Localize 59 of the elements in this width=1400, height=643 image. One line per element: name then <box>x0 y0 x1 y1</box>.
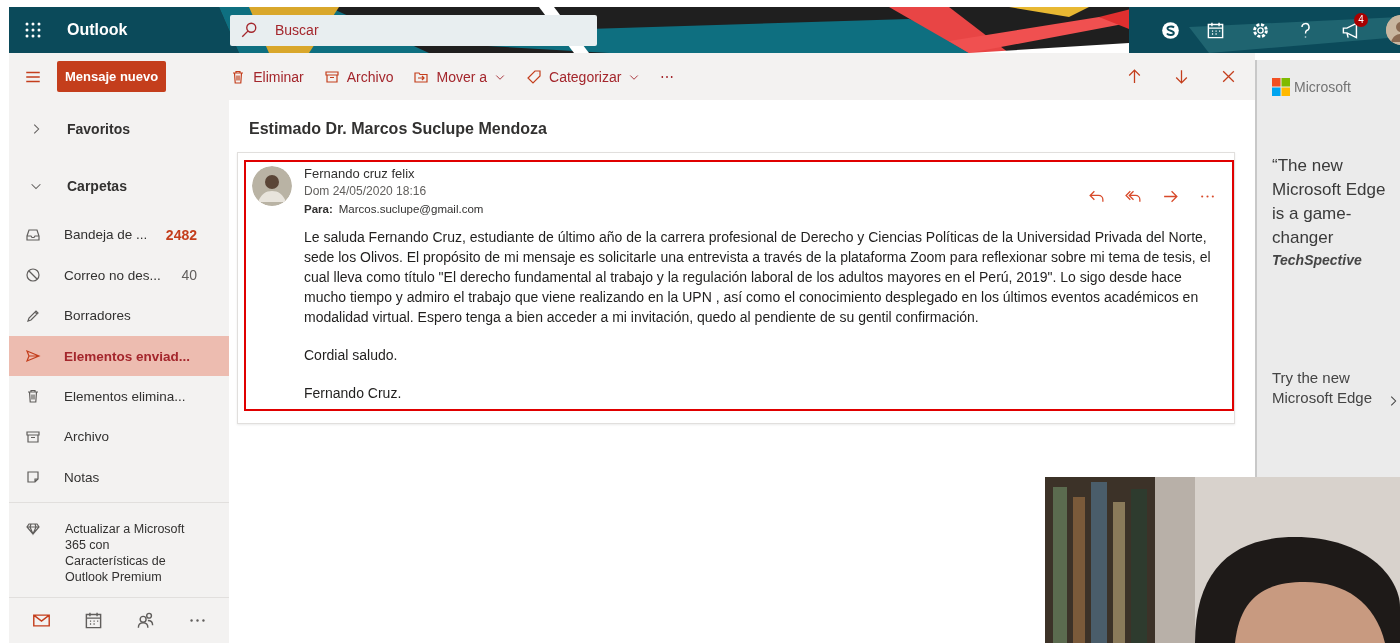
message-paragraph: Cordial saludo. <box>304 346 399 365</box>
diamond-icon <box>25 520 41 537</box>
toolbar-button[interactable]: Mover a <box>413 64 507 89</box>
close-icon[interactable] <box>1220 68 1237 85</box>
note-icon <box>25 469 41 486</box>
toolbar-button[interactable]: Categorizar <box>526 64 641 89</box>
trash-icon <box>25 388 41 405</box>
message-paragraph: Fernando Cruz. <box>304 384 403 403</box>
inbox-icon <box>25 226 41 243</box>
folder-count: 2482 <box>165 226 197 243</box>
up-arrow-icon[interactable] <box>1126 68 1143 85</box>
calendar-icon[interactable] <box>1206 20 1225 40</box>
search-icon <box>240 20 258 39</box>
people-icon[interactable] <box>135 610 155 630</box>
message-paragraph: Le saluda Fernando Cruz, estudiante de último año de la carrera profesional de Derecho y Ciencias Políticas de la Universidad Privada del Norte, sede los Olivos. El propósito de mi mensaje es solicitarle una entrevista a través de la plataforma Zoom para reflexionar sobre mi tema de tesis, el cual lleva como título "El derecho fundamental al trabajo y la regulación laboral de los adultos mayores en el Perú, 2019". Lo sigo desde hace mucho tiempo y admiro el trabajo que viene realizando en la UPN , así como el conocimiento desplegado en los últimos eventos académicos en modalidad virtual. Espero tenga a bien acceder a mi invitación, quedo al pendiente de su gentil confirmación. <box>304 228 1212 327</box>
ad-link[interactable]: Try the new Microsoft Edge <box>1272 368 1400 408</box>
blocked-icon <box>25 267 41 284</box>
calendar-icon[interactable] <box>83 610 103 630</box>
send-icon <box>25 348 41 364</box>
sent-date: Dom 24/05/2020 18:16 <box>304 184 428 198</box>
folder-name: Elementos elimina... <box>64 388 187 404</box>
settings-icon[interactable] <box>1251 20 1270 40</box>
sender-avatar <box>252 166 292 206</box>
toolbar-button[interactable]: Eliminar <box>230 64 304 89</box>
brand-name: Microsoft <box>1294 79 1351 95</box>
upgrade-link[interactable]: Actualizar a Microsoft 365 con Características de Outlook Premium <box>65 520 185 585</box>
folder-count: 40 <box>181 267 197 284</box>
folder-item[interactable]: Bandeja de ... 2482 <box>9 214 229 255</box>
ad-quote: “The new Microsoft Edge is a game-changer <box>1271 155 1387 249</box>
section-header[interactable]: Carpetas <box>9 157 229 215</box>
folder-name: Bandeja de ... <box>64 227 149 243</box>
folder-name: Archivo <box>64 429 110 445</box>
to-label: Para: <box>304 203 333 215</box>
skype-icon[interactable] <box>1161 20 1180 40</box>
folder-item[interactable]: Correo no des... 40 <box>9 254 229 296</box>
folder-item[interactable]: Elementos elimina... <box>9 376 229 417</box>
app-name: Outlook <box>67 21 129 39</box>
archive-icon <box>25 428 41 445</box>
new-message-button[interactable]: Mensaje nuevo <box>57 61 167 92</box>
folder-name: Elementos enviad... <box>64 348 192 364</box>
archive-icon <box>323 68 340 85</box>
more-button[interactable]: ⋯ <box>660 64 675 89</box>
message-subject: Estimado Dr. Marcos Suclupe Mendoza <box>248 119 548 139</box>
section-header[interactable]: Favoritos <box>9 100 229 158</box>
sender-name: Fernando cruz felix <box>304 166 416 181</box>
quote-source: TechSpective <box>1272 252 1363 268</box>
folder-name: Correo no des... <box>64 267 162 283</box>
folder-item[interactable]: Elementos enviad... <box>9 335 229 377</box>
folder-name: Notas <box>64 469 101 485</box>
microsoft-logo-icon <box>1272 78 1290 96</box>
toolbar-button[interactable]: Archivo <box>323 64 394 89</box>
folder-item[interactable]: Notas <box>9 457 229 498</box>
search-field[interactable]: Buscar <box>230 14 597 46</box>
folder-item[interactable]: Archivo <box>9 416 229 458</box>
down-arrow-icon[interactable] <box>1173 68 1190 85</box>
tag-icon <box>526 68 543 85</box>
folder-item[interactable]: Borradores <box>9 295 229 336</box>
recipient-address: Marcos.suclupe@gmail.com <box>338 203 484 215</box>
folder-name: Borradores <box>64 308 132 324</box>
